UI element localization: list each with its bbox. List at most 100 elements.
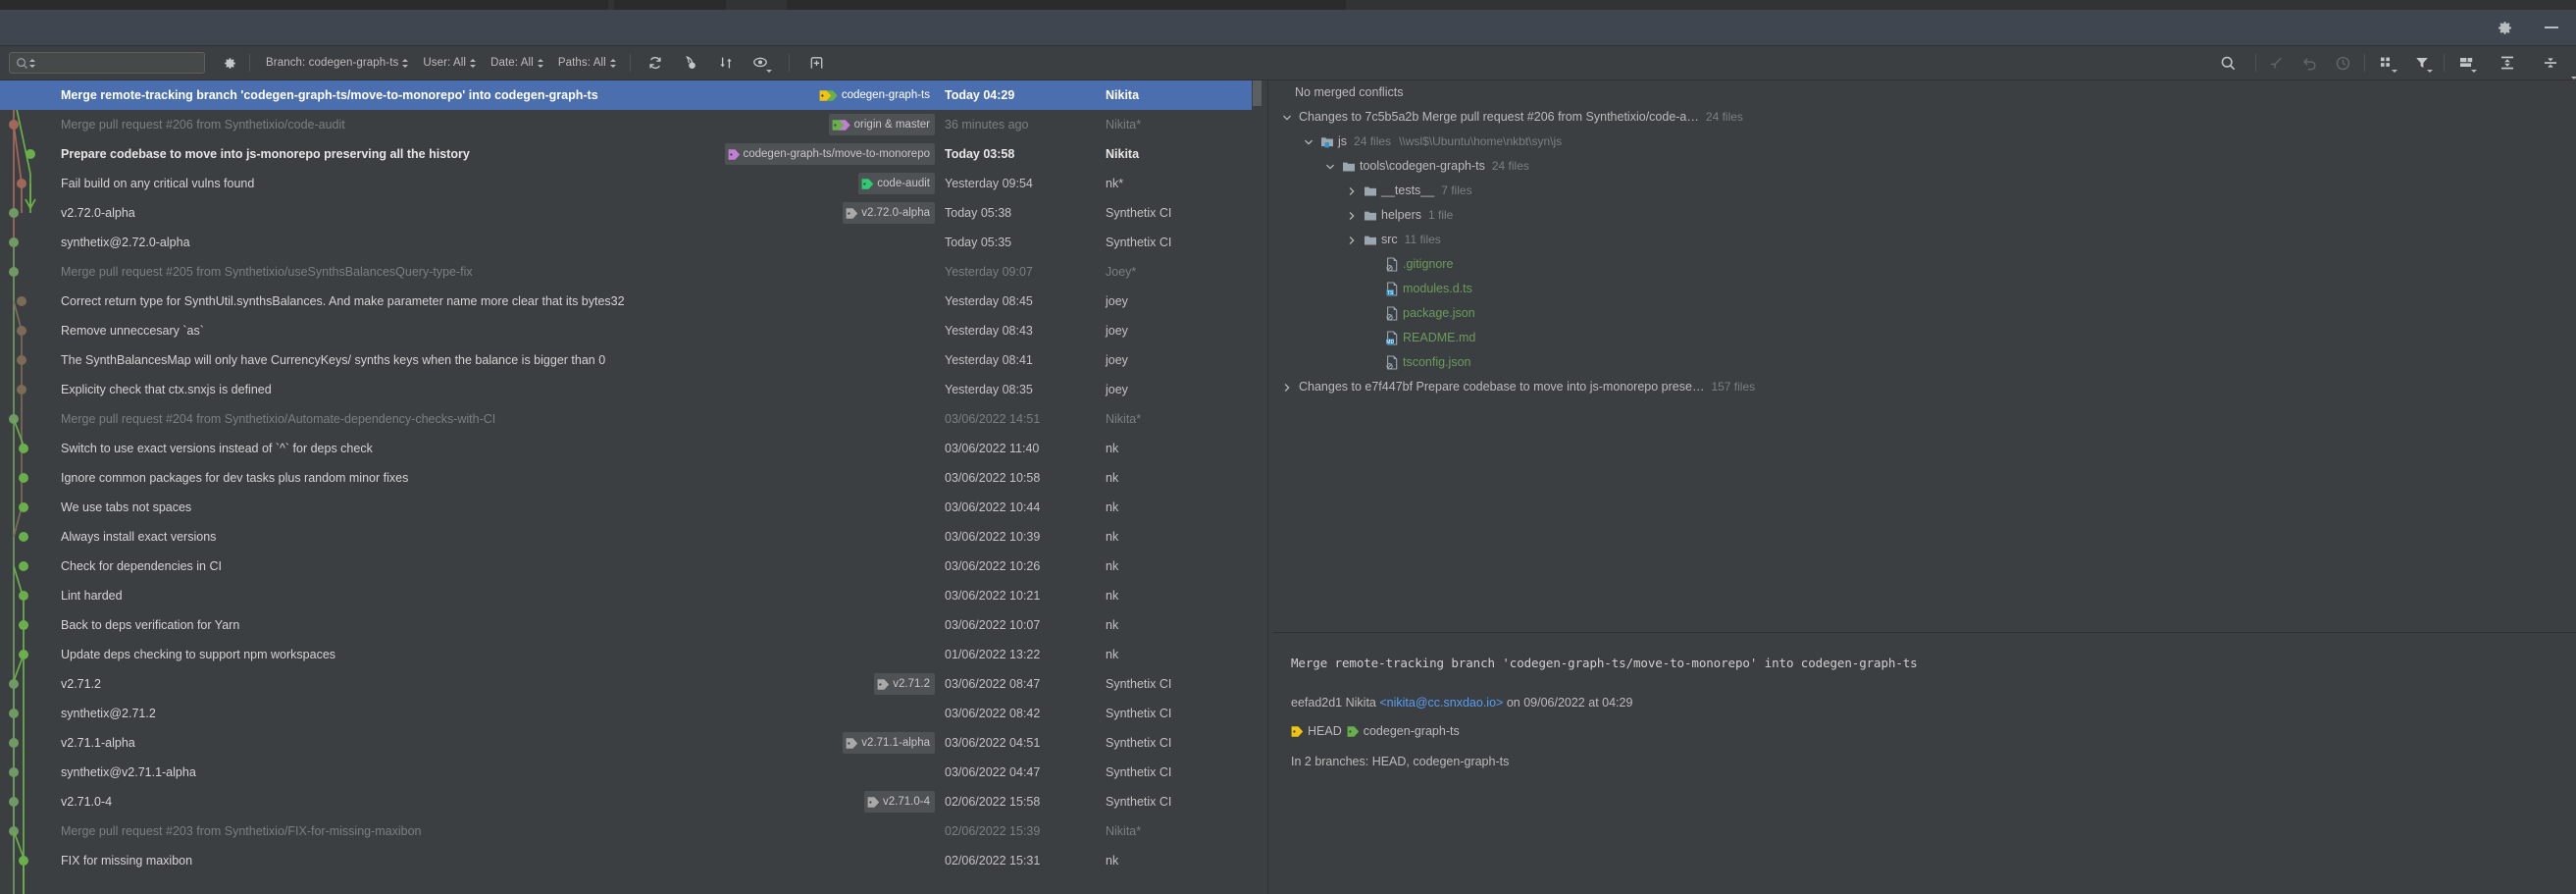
detail-ref: HEAD	[1291, 724, 1342, 738]
commit-ref-labels: origin & master	[828, 110, 935, 139]
history-icon[interactable]	[2333, 53, 2352, 73]
file-tree-row[interactable]: Changes to e7f447bf Prepare codebase to …	[1273, 375, 2576, 399]
commit-row[interactable]: Merge remote-tracking branch 'codegen-gr…	[0, 80, 1252, 110]
date-filter[interactable]: Date: All	[484, 57, 551, 69]
show-hide-icon[interactable]	[751, 53, 772, 73]
commit-author-email[interactable]: <nikita@cc.snxdao.io>	[1379, 696, 1503, 710]
user-filter[interactable]: User: All	[416, 57, 484, 69]
collapse-all-icon[interactable]	[2541, 53, 2560, 73]
commit-row[interactable]: v2.71.0-4 v2.71.0-4 02/06/2022 15:58 Synthe…	[0, 787, 1252, 816]
ref-chip[interactable]: v2.71.2	[874, 673, 935, 695]
commit-row[interactable]: Back to deps verification for Yarn 03/06/…	[0, 610, 1252, 640]
commit-row[interactable]: Prepare codebase to move into js-monorep…	[0, 139, 1252, 169]
file-tree-row[interactable]: js 24 files \\wsl$\Ubuntu\home\nkbt\syn\js	[1273, 130, 2576, 154]
scrollbar-thumb[interactable]	[1253, 80, 1262, 106]
file-tree-row[interactable]: tools\codegen-graph-ts 24 files	[1273, 154, 2576, 179]
commit-row[interactable]: Always install exact versions 03/06/2022 …	[0, 522, 1252, 552]
commit-row[interactable]: Check for dependencies in CI 03/06/2022 1…	[0, 552, 1252, 581]
commit-ref-labels: code-audit	[858, 169, 935, 198]
file-tree-row[interactable]: MD README.md	[1273, 326, 2576, 350]
chevron-down-icon[interactable]	[1281, 105, 1293, 130]
file-tree-row[interactable]: src 11 files	[1273, 228, 2576, 252]
commit-row[interactable]: Explicity check that ctx.snxjs is define…	[0, 375, 1252, 404]
file-tree-row[interactable]: TS modules.d.ts	[1273, 277, 2576, 301]
ref-chip[interactable]: v2.71.1-alpha	[843, 732, 935, 754]
commit-ref-labels: v2.71.0-4	[864, 787, 935, 816]
chevron-down-icon[interactable]	[1303, 130, 1314, 154]
commit-row[interactable]: We use tabs not spaces 03/06/2022 10:44 nk	[0, 493, 1252, 522]
file-tree-row[interactable]: helpers 1 file	[1273, 203, 2576, 228]
ref-chip[interactable]: codegen-graph-ts/move-to-monorepo	[724, 143, 935, 165]
file-tree-label: modules.d.ts	[1403, 277, 1472, 301]
chevron-right-icon[interactable]	[1346, 203, 1358, 228]
commit-log-list[interactable]: Merge remote-tracking branch 'codegen-gr…	[0, 80, 1262, 894]
commit-author: nk	[1106, 500, 1119, 514]
commit-subject: Back to deps verification for Yarn	[61, 618, 240, 632]
refresh-icon[interactable]	[645, 53, 665, 73]
commit-row[interactable]: Merge pull request #203 from Synthetixio…	[0, 816, 1252, 846]
commit-row[interactable]: Update deps checking to support npm work…	[0, 640, 1252, 669]
commit-date: 36 minutes ago	[945, 118, 1029, 131]
search-icon[interactable]	[2218, 53, 2238, 73]
file-tree-row[interactable]: tsconfig.json	[1273, 350, 2576, 375]
file-tree-name: tools\codegen-graph-ts	[1360, 159, 1485, 173]
gear-icon[interactable]	[2494, 17, 2515, 38]
ref-chip[interactable]: codegen-graph-ts	[816, 84, 935, 106]
chevron-updown-icon	[537, 58, 544, 69]
file-tree-name: js	[1338, 134, 1348, 148]
ref-chip[interactable]: v2.71.0-4	[864, 791, 935, 813]
columns-icon[interactable]	[2456, 53, 2477, 73]
commit-row[interactable]: FIX for missing maxibon 02/06/2022 15:31 n…	[0, 846, 1252, 875]
commit-row[interactable]: synthetix@2.72.0-alpha Today 05:35 Synthet…	[0, 228, 1252, 257]
merge-conflicts-status: No merged conflicts	[1295, 85, 1404, 99]
commit-row[interactable]: Lint harded 03/06/2022 10:21 nk	[0, 581, 1252, 610]
search-input-wrapper[interactable]	[9, 52, 205, 74]
search-history-caret-icon[interactable]	[29, 58, 35, 69]
commit-row[interactable]: v2.72.0-alpha v2.72.0-alpha Today 05:38 Syn…	[0, 198, 1252, 228]
filter-settings-gear-icon[interactable]	[219, 56, 2576, 79]
chevron-right-icon[interactable]	[1281, 375, 1293, 399]
search-input[interactable]	[37, 56, 198, 70]
commit-row[interactable]: Merge pull request #205 from Synthetixio…	[0, 257, 1252, 287]
ref-chip[interactable]: code-audit	[858, 173, 935, 194]
commit-row[interactable]: synthetix@2.71.2 03/06/2022 08:42 Syntheti…	[0, 699, 1252, 728]
ref-chip[interactable]: v2.72.0-alpha	[843, 202, 935, 224]
expand-all-icon[interactable]	[2498, 53, 2517, 73]
chevron-updown-icon	[470, 58, 477, 69]
commit-list-scrollbar[interactable]	[1252, 80, 1262, 894]
commit-row[interactable]: The SynthBalancesMap will only have Curr…	[0, 345, 1252, 375]
minimize-icon[interactable]	[2541, 17, 2562, 38]
commit-row[interactable]: Ignore common packages for dev tasks plu…	[0, 463, 1252, 493]
file-tree-row[interactable]: package.json	[1273, 301, 2576, 326]
new-branch-icon[interactable]	[807, 53, 827, 73]
commit-row[interactable]: Merge pull request #206 from Synthetixio…	[0, 110, 1252, 139]
commit-row[interactable]: v2.71.2 v2.71.2 03/06/2022 08:47 Synthetix …	[0, 669, 1252, 699]
file-tree-row[interactable]: Changes to 7c5b5a2b Merge pull request #…	[1273, 105, 2576, 130]
branch-filter[interactable]: Branch: codegen-graph-ts	[259, 57, 416, 69]
chevron-right-icon[interactable]	[1346, 228, 1358, 252]
group-by-icon[interactable]	[2377, 53, 2397, 73]
cherry-pick-icon[interactable]	[681, 53, 700, 73]
commit-row[interactable]: Correct return type for SynthUtil.synths…	[0, 287, 1252, 316]
filter-icon[interactable]	[2412, 53, 2433, 73]
intelli-sort-icon[interactable]	[716, 53, 736, 73]
changed-files-tree[interactable]: No merged conflicts Changes to 7c5b5a2b …	[1273, 80, 2576, 627]
paths-filter[interactable]: Paths: All	[551, 57, 624, 69]
commit-row[interactable]: Fail build on any critical vulns found co…	[0, 169, 1252, 198]
commit-date: 02/06/2022 15:39	[945, 824, 1041, 838]
ref-chip[interactable]: origin & master	[828, 114, 935, 135]
commit-row[interactable]: v2.71.1-alpha v2.71.1-alpha 03/06/2022 04:…	[0, 728, 1252, 758]
file-tree-row[interactable]: .gitignore	[1273, 252, 2576, 277]
commit-subject: Merge remote-tracking branch 'codegen-gr…	[61, 88, 598, 102]
horizontal-splitter[interactable]	[1273, 627, 2576, 638]
vertical-splitter[interactable]	[1262, 80, 1273, 894]
chevron-down-icon[interactable]	[1324, 154, 1336, 179]
commit-row[interactable]: Remove unneccesary `as` Yesterday 08:43 jo…	[0, 316, 1252, 345]
commit-row[interactable]: Merge pull request #204 from Synthetixio…	[0, 404, 1252, 434]
undo-icon[interactable]	[2299, 53, 2319, 73]
chevron-right-icon[interactable]	[1346, 179, 1358, 203]
go-to-child-icon[interactable]	[2266, 53, 2286, 73]
file-tree-row[interactable]: __tests__ 7 files	[1273, 179, 2576, 203]
commit-row[interactable]: synthetix@v2.71.1-alpha 03/06/2022 04:47 S…	[0, 758, 1252, 787]
commit-row[interactable]: Switch to use exact versions instead of …	[0, 434, 1252, 463]
